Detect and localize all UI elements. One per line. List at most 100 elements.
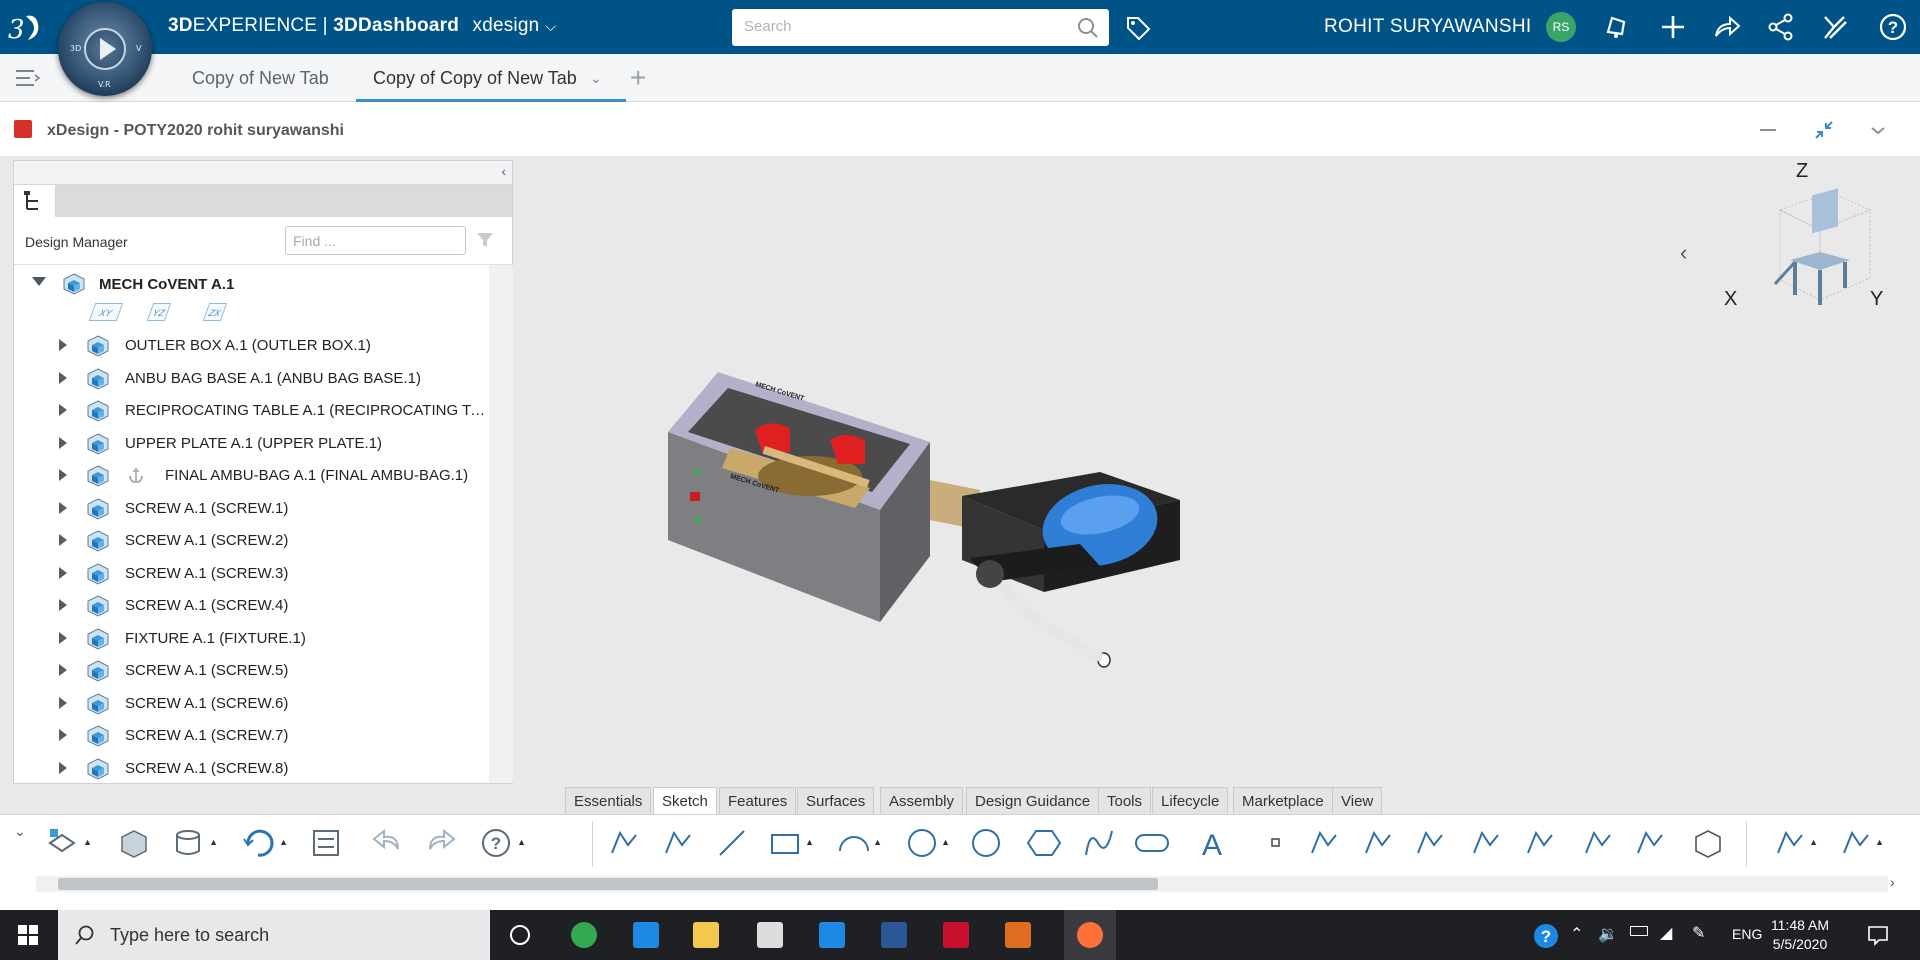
expand-caret-icon[interactable] <box>59 371 67 384</box>
tab-sketch[interactable]: Sketch <box>653 787 717 815</box>
arc-icon[interactable]: ▲ <box>834 825 882 861</box>
tree-node[interactable]: SCREW A.1 (SCREW.3) <box>14 557 489 589</box>
find-box[interactable] <box>285 226 466 255</box>
tree-node[interactable]: FIXTURE A.1 (FIXTURE.1) <box>14 622 489 654</box>
expand-caret-icon[interactable] <box>59 469 67 481</box>
clock[interactable]: 11:48 AM 5/5/2020 <box>1762 916 1838 954</box>
dropdown-caret-icon[interactable]: ▲ <box>209 837 218 847</box>
tab-features[interactable]: Features <box>719 787 797 815</box>
tree-node[interactable]: FINAL AMBU-BAG A.1 (FINAL AMBU-BAG.1) <box>14 459 489 491</box>
scroll-right-icon[interactable]: › <box>1890 874 1895 890</box>
windows-start-icon[interactable] <box>18 925 38 945</box>
platform-brand[interactable]: 3DEXPERIENCE | 3DDashboard xdesign ⌵ <box>168 15 556 37</box>
dropdown-caret-icon[interactable]: ▲ <box>873 837 882 847</box>
spline-icon[interactable] <box>1080 825 1120 861</box>
task-view-icon[interactable] <box>504 919 536 951</box>
help-support-icon[interactable]: ? <box>1532 922 1560 950</box>
settings-icon[interactable] <box>754 919 786 951</box>
curve-icon[interactable] <box>1410 825 1450 861</box>
tree-node[interactable]: ANBU BAG BASE A.1 (ANBU BAG BASE.1) <box>14 362 489 394</box>
chevron-down-icon[interactable]: ⌵ <box>545 18 556 35</box>
tab-marketplace[interactable]: Marketplace <box>1233 787 1333 815</box>
tab-design-guidance[interactable]: Design Guidance <box>966 787 1100 815</box>
share-icon[interactable] <box>1766 12 1796 42</box>
shape-icon[interactable] <box>114 825 154 861</box>
database-icon[interactable]: ▲ <box>170 825 218 861</box>
expand-caret-icon[interactable] <box>59 761 67 774</box>
tree-node[interactable]: OUTLER BOX A.1 (OUTLER BOX.1) <box>14 329 489 361</box>
user-name[interactable]: ROHIT SURYAWANSHI <box>1324 16 1531 38</box>
dropdown-caret-icon[interactable]: ▲ <box>941 837 950 847</box>
tab-tree[interactable] <box>14 185 56 217</box>
collapse-caret-icon[interactable] <box>32 277 46 286</box>
tab-tools[interactable]: Tools <box>1098 787 1152 815</box>
tree-root[interactable]: MECH CoVENT A.1 <box>14 269 489 299</box>
tree-node[interactable]: SCREW A.1 (SCREW.6) <box>14 687 489 719</box>
move-icon[interactable] <box>1520 825 1560 861</box>
collapse-panel-icon[interactable]: ‹ <box>501 163 506 179</box>
file-explorer-icon[interactable] <box>690 919 722 951</box>
tab-lifecycle[interactable]: Lifecycle <box>1152 787 1229 815</box>
tree-node[interactable]: UPPER PLATE A.1 (UPPER PLATE.1) <box>14 427 489 459</box>
notifications-icon[interactable] <box>1866 923 1890 947</box>
menu-icon[interactable] <box>14 68 40 88</box>
help-icon[interactable]: ? <box>1878 12 1908 42</box>
expand-caret-icon[interactable] <box>59 729 67 741</box>
help-icon[interactable]: ? ▲ <box>478 825 526 861</box>
vertical-scrollbar[interactable] <box>489 265 513 783</box>
point-icon[interactable] <box>1256 825 1296 861</box>
plane-zx[interactable]: ZX <box>202 303 228 321</box>
slot-icon[interactable] <box>1132 825 1172 861</box>
firefox-icon[interactable] <box>1064 910 1116 960</box>
dropdown-caret-icon[interactable]: ▲ <box>279 837 288 847</box>
tab-copy-of-new-tab[interactable]: Copy of New Tab <box>192 68 329 89</box>
expand-caret-icon[interactable] <box>59 664 67 676</box>
add-icon[interactable] <box>1658 12 1688 42</box>
expand-caret-icon[interactable] <box>59 631 67 644</box>
tag-icon[interactable] <box>1124 14 1152 40</box>
convert-icon[interactable] <box>306 825 346 861</box>
fillet-icon[interactable] <box>1358 825 1398 861</box>
word-icon[interactable] <box>878 919 910 951</box>
expand-caret-icon[interactable] <box>59 534 67 546</box>
tab-menu-chevron-icon[interactable]: ⌄ <box>590 70 602 87</box>
plane-yz[interactable]: YZ <box>146 303 172 321</box>
section-icon[interactable]: ▲ <box>1770 825 1818 861</box>
chevron-left-icon[interactable]: ‹ <box>1680 240 1687 266</box>
expand-caret-icon[interactable] <box>59 566 67 579</box>
tab-surfaces[interactable]: Surfaces <box>797 787 875 815</box>
play-icon[interactable] <box>100 38 116 60</box>
dropdown-caret-icon[interactable]: ▲ <box>1809 837 1818 847</box>
tray-chevron-icon[interactable]: ⌃ <box>1570 924 1583 944</box>
circle-3pt-icon[interactable] <box>966 825 1006 861</box>
expand-caret-icon[interactable] <box>59 339 67 351</box>
tab-assembly[interactable]: Assembly <box>880 787 964 815</box>
tab-view[interactable]: View <box>1332 787 1383 815</box>
redo-icon[interactable] <box>420 825 460 861</box>
chevron-down-icon[interactable] <box>1866 118 1890 142</box>
expand-caret-icon[interactable] <box>59 501 67 514</box>
cube-view-icon[interactable] <box>1688 825 1728 861</box>
tree-node[interactable]: SCREW A.1 (SCREW.4) <box>14 589 489 621</box>
pick-icon[interactable] <box>658 825 698 861</box>
avatar[interactable]: RS <box>1546 12 1576 42</box>
trim-icon[interactable] <box>1466 825 1506 861</box>
search-icon[interactable] <box>1077 17 1099 39</box>
offset-icon[interactable] <box>1578 825 1618 861</box>
expand-caret-icon[interactable] <box>59 696 67 709</box>
edge-icon[interactable] <box>630 919 662 951</box>
tree-node[interactable]: SCREW A.1 (SCREW.8) <box>14 752 489 784</box>
search-box[interactable] <box>732 9 1109 46</box>
constraint-icon[interactable] <box>1630 825 1670 861</box>
notification-icon[interactable] <box>1602 12 1632 42</box>
expand-caret-icon[interactable] <box>59 436 67 449</box>
scroll-thumb[interactable] <box>58 878 1158 890</box>
minimize-icon[interactable] <box>1756 118 1780 142</box>
add-tab-icon[interactable]: + <box>630 62 646 94</box>
wifi-icon[interactable]: ◢ <box>1660 923 1672 943</box>
search-input[interactable] <box>744 9 1064 44</box>
dropdown-caret-icon[interactable]: ▲ <box>805 837 814 847</box>
find-input[interactable] <box>293 227 463 254</box>
polygon-icon[interactable] <box>1024 825 1064 861</box>
circle-icon[interactable]: ▲ <box>902 825 950 861</box>
